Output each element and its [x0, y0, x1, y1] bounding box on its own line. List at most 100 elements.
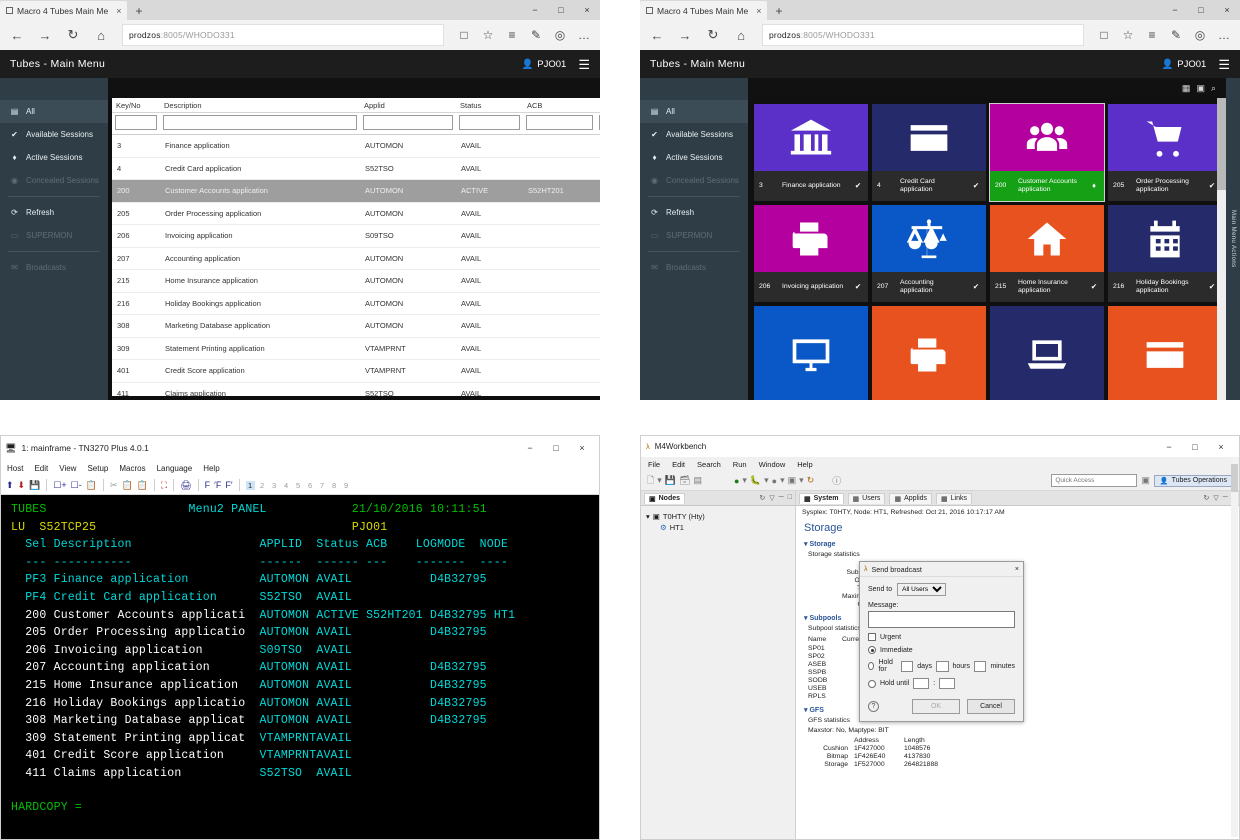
new-dropdown-icon[interactable]: ▾: [657, 475, 662, 486]
column-header-description[interactable]: Description: [160, 98, 360, 112]
filter-logmode-input[interactable]: [599, 115, 600, 130]
address-bar[interactable]: prodzos:8005/WHODO331: [762, 24, 1084, 46]
tab-users[interactable]: ▦ Users: [847, 492, 886, 504]
more-icon[interactable]: …: [572, 22, 596, 48]
main-menu-actions-tab[interactable]: Main Menu Actions: [1226, 78, 1240, 400]
scrollbar-thumb[interactable]: [1231, 464, 1238, 492]
sidebar-item-active-sessions[interactable]: ♦ Active Sessions: [640, 146, 748, 169]
content-scrollbar[interactable]: [1231, 458, 1238, 837]
debug-dropdown-icon[interactable]: ▾: [764, 475, 769, 486]
table-row[interactable]: 308 Marketing Database application AUTOMON…: [112, 315, 600, 338]
browser-tab[interactable]: Macro 4 Tubes Main Me ×: [640, 1, 768, 20]
send-down-icon[interactable]: ⬇: [18, 480, 26, 491]
address-bar[interactable]: prodzos:8005/WHODO331: [122, 24, 444, 46]
minimize-icon[interactable]: −: [1162, 0, 1188, 20]
session-button-8[interactable]: 8: [330, 481, 339, 490]
menu-item-file[interactable]: File: [648, 460, 660, 469]
sidebar-item-available-sessions[interactable]: ✔ Available Sessions: [640, 123, 748, 146]
maximize-icon[interactable]: □: [543, 436, 569, 460]
close-window-icon[interactable]: ×: [574, 0, 600, 20]
menu-item-setup[interactable]: Setup: [87, 464, 108, 473]
back-icon[interactable]: ←: [4, 22, 30, 48]
column-header-applid[interactable]: Applid: [360, 98, 456, 112]
help-icon[interactable]: ?: [868, 701, 879, 712]
filter-key-input[interactable]: [115, 115, 157, 130]
dialog-close-icon[interactable]: ×: [1015, 566, 1019, 573]
send-to-select[interactable]: All Users: [897, 583, 947, 596]
column-header-status[interactable]: Status: [456, 98, 523, 112]
maximize-view-icon[interactable]: □: [788, 494, 792, 502]
table-row[interactable]: 207 Accounting application AUTOMON AVAIL D4: [112, 248, 600, 270]
sidebar-item-refresh[interactable]: ⟳ Refresh: [640, 201, 748, 224]
session-button-2[interactable]: 2: [258, 481, 267, 490]
menu-item-view[interactable]: View: [59, 464, 76, 473]
tab-system[interactable]: ▦ System: [799, 492, 844, 504]
forward-icon[interactable]: →: [32, 22, 58, 48]
search-icon[interactable]: ⌕: [1211, 83, 1216, 94]
table-row[interactable]: 215 Home Insurance application AUTOMON AVAI…: [112, 270, 600, 293]
session-tile[interactable]: 206 Invoicing application ✔: [754, 205, 868, 302]
fullscreen-icon[interactable]: ⛶: [161, 480, 167, 491]
column-header-acb[interactable]: ACB: [523, 98, 596, 112]
session-button-3[interactable]: 3: [270, 481, 279, 490]
close-window-icon[interactable]: ×: [569, 436, 595, 460]
maximize-icon[interactable]: □: [1188, 0, 1214, 20]
immediate-row[interactable]: Immediate: [868, 646, 1015, 654]
close-tab-icon[interactable]: ×: [116, 6, 121, 16]
refresh-icon[interactable]: ↻: [1204, 494, 1210, 502]
debug-icon[interactable]: 🐛: [750, 475, 761, 486]
expand-chevron-icon[interactable]: ▾: [646, 512, 650, 521]
urgent-row[interactable]: Urgent: [868, 633, 1015, 641]
web-note-icon[interactable]: ✎: [524, 22, 548, 48]
reading-view-icon[interactable]: □: [452, 22, 476, 48]
filter-applid-input[interactable]: [363, 115, 453, 130]
more-icon[interactable]: …: [1212, 22, 1236, 48]
tools-dropdown-icon[interactable]: ▾: [799, 475, 804, 486]
maximize-icon[interactable]: □: [1182, 435, 1208, 459]
session-tile[interactable]: [754, 306, 868, 400]
minimize-icon[interactable]: −: [522, 0, 548, 20]
menu-item-help[interactable]: Help: [203, 464, 219, 473]
run-dropdown-icon[interactable]: ▾: [742, 475, 747, 486]
quick-access-input[interactable]: [1051, 474, 1138, 487]
filter-description-input[interactable]: [163, 115, 357, 130]
session-tile[interactable]: 200 Customer Accounts application ♦: [989, 103, 1105, 202]
hub-icon[interactable]: ≡: [1140, 22, 1164, 48]
menu-item-host[interactable]: Host: [7, 464, 23, 473]
close-window-icon[interactable]: ×: [1208, 435, 1234, 459]
copy-icon[interactable]: 📋: [121, 480, 132, 491]
browser-tab[interactable]: Macro 4 Tubes Main Me ×: [0, 1, 128, 20]
menu-item-macros[interactable]: Macros: [119, 464, 145, 473]
user-badge[interactable]: 👤 PJO01: [1161, 59, 1206, 70]
table-row[interactable]: 401 Credit Score application VTAMPRNT AVAIL: [112, 360, 600, 383]
home-icon[interactable]: ⌂: [88, 22, 114, 48]
menu-item-edit[interactable]: Edit: [672, 460, 685, 469]
ok-button[interactable]: OK: [912, 699, 961, 714]
refresh-icon[interactable]: ↻: [700, 22, 726, 48]
session-tile[interactable]: 207 Accounting application ✔: [872, 205, 986, 302]
connect-icon[interactable]: ☐+: [53, 480, 66, 491]
refresh-icon[interactable]: ↻: [760, 494, 766, 502]
sidebar-item-all[interactable]: ▤ All: [640, 100, 748, 123]
session-tile[interactable]: [990, 306, 1104, 400]
session-button-4[interactable]: 4: [282, 481, 291, 490]
table-row[interactable]: 309 Statement Printing application VTAMPRN…: [112, 338, 600, 360]
refresh-icon[interactable]: ↻: [807, 475, 815, 486]
close-window-icon[interactable]: ×: [1214, 0, 1240, 20]
sidebar-item-all[interactable]: ▤ All: [0, 100, 108, 123]
sidebar-item-refresh[interactable]: ⟳ Refresh: [0, 201, 108, 224]
hold-until-radio[interactable]: [868, 679, 876, 688]
table-row[interactable]: 216 Holiday Bookings application AUTOMON AV…: [112, 293, 600, 315]
user-badge[interactable]: 👤 PJO01: [521, 59, 566, 70]
new-tab-button[interactable]: +: [767, 4, 790, 20]
table-row[interactable]: 206 Invoicing application S09TSO AVAIL: [112, 225, 600, 248]
minimize-icon[interactable]: −: [517, 436, 543, 460]
hold-for-row[interactable]: Hold for days hours minutes: [868, 659, 1015, 673]
open-perspective-icon[interactable]: ▣: [1141, 475, 1150, 486]
menu-item-run[interactable]: Run: [733, 460, 747, 469]
session-button-6[interactable]: 6: [306, 481, 315, 490]
close-tab-icon[interactable]: ×: [756, 6, 761, 16]
column-header-logmode[interactable]: Logm: [596, 98, 600, 112]
table-row[interactable]: 4 Credit Card application S52TSO AVAIL: [112, 158, 600, 180]
tab-links[interactable]: ▦ Links: [936, 492, 972, 504]
